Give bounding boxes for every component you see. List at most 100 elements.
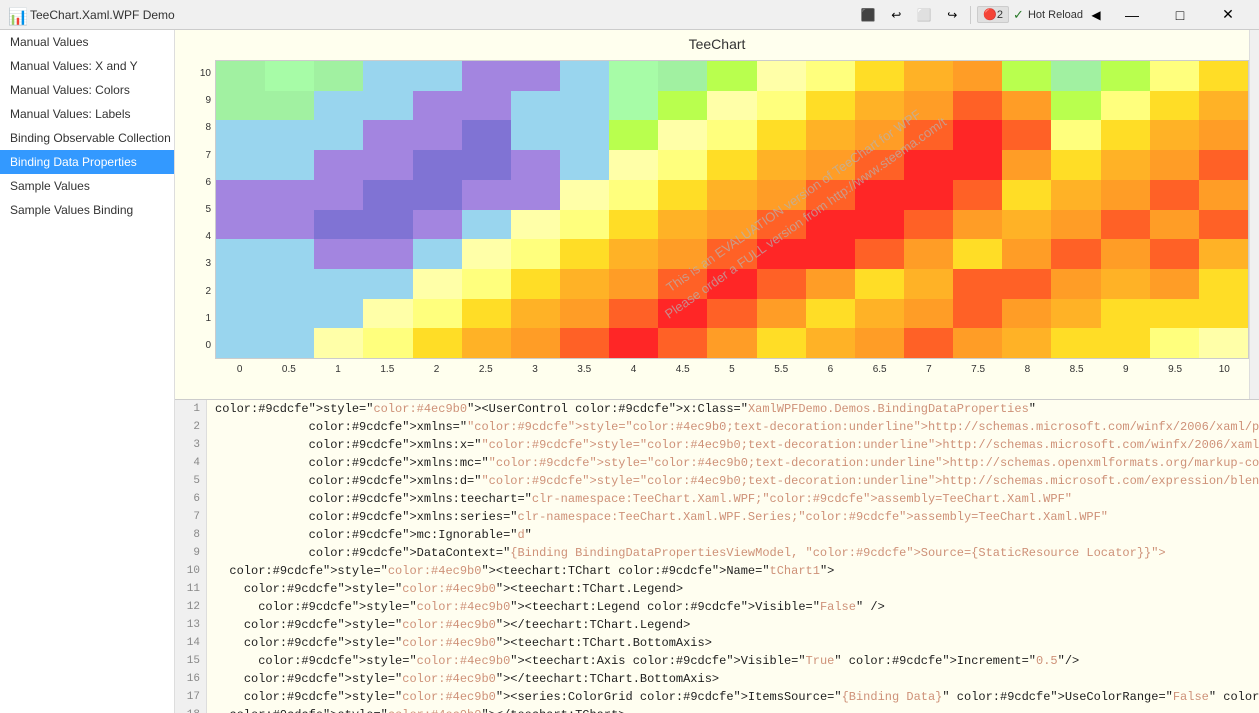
color-cell-5-15: [953, 210, 1002, 240]
color-cell-0-18: [1101, 61, 1150, 91]
color-cell-6-18: [1101, 239, 1150, 269]
color-cell-9-17: [1051, 328, 1100, 358]
color-cell-6-20: [1199, 239, 1248, 269]
toolbar-btn-4[interactable]: ↪: [940, 4, 964, 26]
color-cell-7-3: [363, 269, 412, 299]
code-line-14: 14 color:#9cdcfe">style="color:#4ec9b0">…: [175, 634, 1259, 652]
code-line-8: 8 color:#9cdcfe">mc:Ignorable="d": [175, 526, 1259, 544]
color-cell-7-4: [413, 269, 462, 299]
y-label-2: 2: [175, 277, 215, 304]
color-cell-9-0: [216, 328, 265, 358]
color-cell-8-20: [1199, 299, 1248, 329]
color-cell-4-1: [265, 180, 314, 210]
sidebar-item-manual-values-labels[interactable]: Manual Values: Labels: [0, 102, 174, 126]
line-content-18: color:#9cdcfe">style="color:#4ec9b0"></t…: [207, 706, 626, 713]
color-cell-3-3: [363, 150, 412, 180]
code-line-11: 11 color:#9cdcfe">style="color:#4ec9b0">…: [175, 580, 1259, 598]
color-cell-3-0: [216, 150, 265, 180]
color-row-1: [216, 91, 1248, 121]
line-content-9: color:#9cdcfe">DataContext="{Binding Bin…: [207, 544, 1166, 562]
color-cell-4-0: [216, 180, 265, 210]
color-cell-4-12: [806, 180, 855, 210]
color-cell-3-4: [413, 150, 462, 180]
color-cell-8-0: [216, 299, 265, 329]
app-icon: 📊: [8, 7, 24, 23]
line-number-3: 3: [175, 436, 207, 454]
color-cell-8-6: [511, 299, 560, 329]
x-label-6: 3: [510, 364, 559, 375]
title-bar-buttons: — □ ✕: [1109, 0, 1251, 30]
close-button[interactable]: ✕: [1205, 0, 1251, 30]
color-cell-7-8: [609, 269, 658, 299]
color-cell-0-4: [413, 61, 462, 91]
color-cell-0-10: [707, 61, 756, 91]
color-cell-4-4: [413, 180, 462, 210]
line-content-6: color:#9cdcfe">xmlns:teechart="clr-names…: [207, 490, 1072, 508]
color-cell-1-2: [314, 91, 363, 121]
y-label-6: 6: [175, 169, 215, 196]
color-cell-4-20: [1199, 180, 1248, 210]
sidebar-item-sample-values[interactable]: Sample Values: [0, 174, 174, 198]
toolbar-btn-2[interactable]: ↩: [884, 4, 908, 26]
sidebar-item-manual-values[interactable]: Manual Values: [0, 30, 174, 54]
color-cell-5-3: [363, 210, 412, 240]
color-cell-9-14: [904, 328, 953, 358]
color-cell-4-3: [363, 180, 412, 210]
sidebar-item-binding-observable[interactable]: Binding Observable Collection: [0, 126, 174, 150]
color-cell-8-16: [1002, 299, 1051, 329]
minimize-button[interactable]: —: [1109, 0, 1155, 30]
sidebar-item-binding-data-props[interactable]: Binding Data Properties: [0, 150, 174, 174]
sidebar-item-sample-values-binding[interactable]: Sample Values Binding: [0, 198, 174, 222]
color-cell-6-10: [707, 239, 756, 269]
line-content-7: color:#9cdcfe">xmlns:series="clr-namespa…: [207, 508, 1108, 526]
color-cell-1-3: [363, 91, 412, 121]
color-cell-9-5: [462, 328, 511, 358]
x-label-11: 5.5: [757, 364, 806, 375]
color-cell-5-1: [265, 210, 314, 240]
color-cell-3-5: [462, 150, 511, 180]
x-label-4: 2: [412, 364, 461, 375]
color-cell-8-15: [953, 299, 1002, 329]
line-number-15: 15: [175, 652, 207, 670]
line-content-1: color:#9cdcfe">style="color:#4ec9b0"><Us…: [207, 400, 1036, 418]
maximize-button[interactable]: □: [1157, 0, 1203, 30]
color-row-8: [216, 299, 1248, 329]
x-label-15: 7.5: [954, 364, 1003, 375]
color-cell-4-6: [511, 180, 560, 210]
code-line-6: 6 color:#9cdcfe">xmlns:teechart="clr-nam…: [175, 490, 1259, 508]
color-row-4: [216, 180, 1248, 210]
color-cell-0-13: [855, 61, 904, 91]
line-content-16: color:#9cdcfe">style="color:#4ec9b0"></t…: [207, 670, 719, 688]
code-area[interactable]: 1color:#9cdcfe">style="color:#4ec9b0"><U…: [175, 400, 1259, 713]
color-cell-4-7: [560, 180, 609, 210]
line-content-11: color:#9cdcfe">style="color:#4ec9b0"><te…: [207, 580, 683, 598]
y-label-3: 3: [175, 250, 215, 277]
color-cell-7-12: [806, 269, 855, 299]
x-label-19: 9.5: [1150, 364, 1199, 375]
color-cell-3-8: [609, 150, 658, 180]
color-cell-1-16: [1002, 91, 1051, 121]
color-cell-9-4: [413, 328, 462, 358]
line-content-17: color:#9cdcfe">style="color:#4ec9b0"><se…: [207, 688, 1259, 706]
hot-reload-arrow[interactable]: ◀: [1087, 4, 1105, 26]
line-content-12: color:#9cdcfe">style="color:#4ec9b0"><te…: [207, 598, 885, 616]
color-cell-2-14: [904, 120, 953, 150]
color-cell-5-14: [904, 210, 953, 240]
toolbar-separator: [970, 6, 971, 24]
color-cell-9-12: [806, 328, 855, 358]
color-cell-9-11: [757, 328, 806, 358]
toolbar-btn-1[interactable]: ⬛: [856, 4, 880, 26]
color-cell-2-20: [1199, 120, 1248, 150]
color-cell-8-4: [413, 299, 462, 329]
color-cell-4-2: [314, 180, 363, 210]
chart-scrollbar[interactable]: [1249, 30, 1259, 399]
color-cell-6-8: [609, 239, 658, 269]
color-cell-3-7: [560, 150, 609, 180]
color-cell-3-14: [904, 150, 953, 180]
title-bar-text: TeeChart.Xaml.WPF Demo: [30, 8, 852, 22]
color-cell-7-1: [265, 269, 314, 299]
color-cell-1-19: [1150, 91, 1199, 121]
sidebar-item-manual-values-xy[interactable]: Manual Values: X and Y: [0, 54, 174, 78]
toolbar-btn-3[interactable]: ⬜: [912, 4, 936, 26]
sidebar-item-manual-values-colors[interactable]: Manual Values: Colors: [0, 78, 174, 102]
